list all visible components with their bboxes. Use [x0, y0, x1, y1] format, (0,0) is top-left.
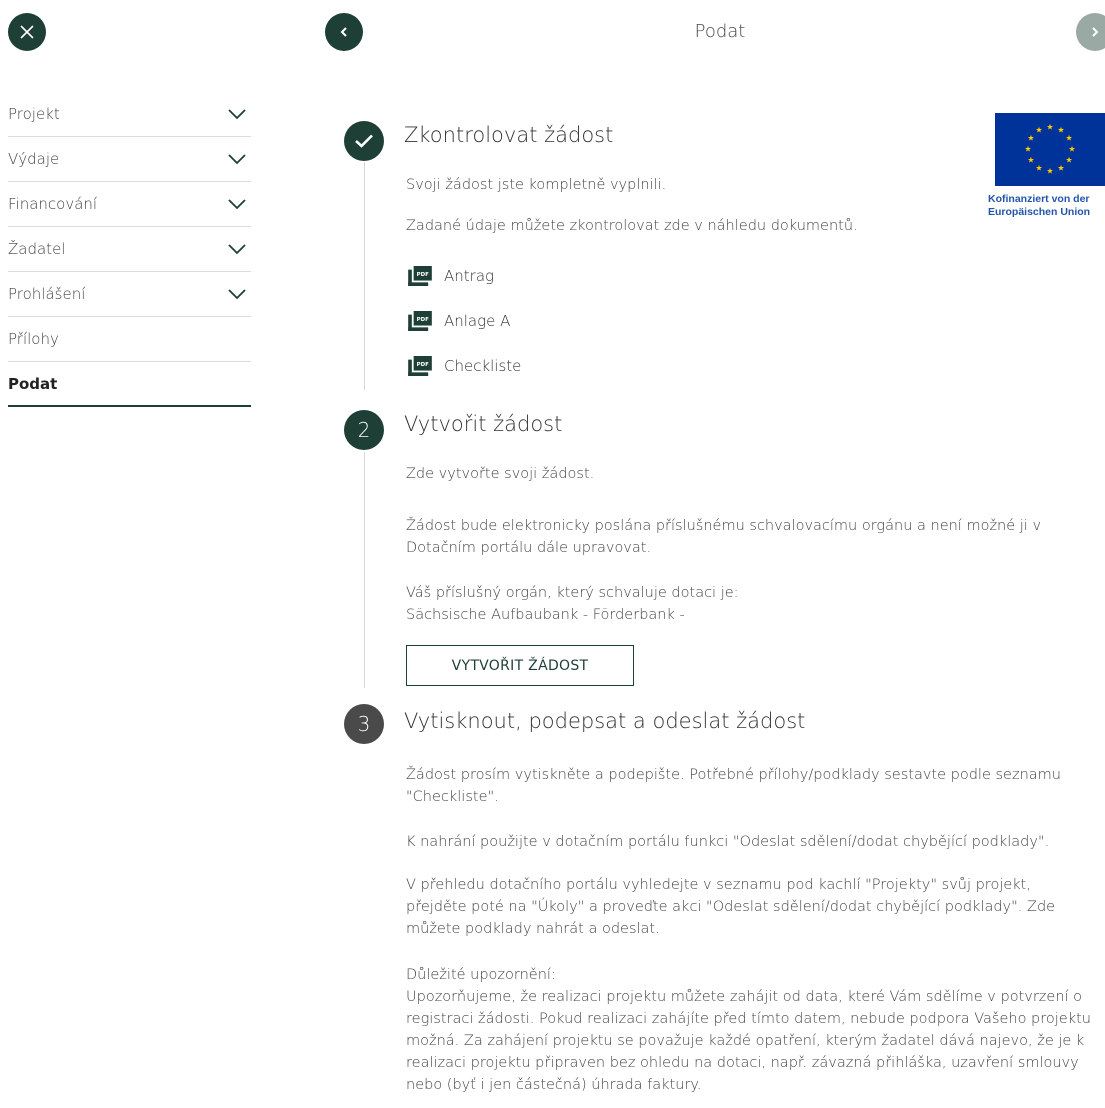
step-3-title: Vytisknout, podepsat a odeslat žádost [404, 709, 806, 733]
chevron-down-icon [228, 109, 246, 120]
chevron-right-icon [1092, 27, 1099, 37]
eu-star [1024, 145, 1032, 152]
eu-star [1057, 164, 1065, 171]
chevron-down-icon [228, 154, 246, 165]
eu-star [1046, 167, 1054, 174]
close-button[interactable] [8, 13, 46, 51]
sidebar-item-label: Financování [8, 195, 98, 213]
eu-star [1046, 123, 1054, 130]
sidebar-item-zadatel[interactable]: Žadatel [8, 227, 251, 272]
step-1-text: Zadané údaje můžete zkontrolovat zde v n… [406, 218, 858, 234]
svg-text:PDF: PDF [417, 317, 429, 323]
step-2-badge: 2 [344, 410, 384, 450]
step-1-text: Svoji žádost jste kompletně vyplnili. [406, 177, 667, 193]
sidebar-item-label: Žadatel [8, 240, 66, 258]
sidebar-item-label: Přílohy [8, 330, 59, 348]
document-label: Antrag [444, 267, 495, 285]
eu-star [1027, 156, 1034, 163]
svg-text:PDF: PDF [417, 272, 429, 278]
eu-flag-logo [995, 113, 1105, 186]
step-1-title: Zkontrolovat žádost [404, 123, 614, 147]
sidebar-item-projekt[interactable]: Projekt [8, 92, 251, 137]
step-3-badge: 3 [344, 704, 384, 744]
svg-text:PDF: PDF [417, 362, 429, 368]
create-application-button[interactable]: VYTVOŘIT ŽÁDOST [406, 645, 634, 686]
eu-cofunding-caption: Kofinanziert von der Europäischen Union [988, 193, 1090, 219]
step-2-authority-name: Sächsische Aufbaubank - Förderbank - [406, 607, 685, 623]
eu-star [1035, 126, 1043, 133]
chevron-left-icon [340, 27, 347, 37]
sidebar-item-label: Projekt [8, 105, 60, 123]
sidebar-item-prohlaseni[interactable]: Prohlášení [8, 272, 251, 317]
eu-caption-line: Europäischen Union [988, 206, 1091, 218]
sidebar-item-label: Podat [8, 374, 58, 393]
sidebar-item-financovani[interactable]: Financování [8, 182, 251, 227]
sidebar-item-label: Prohlášení [8, 285, 86, 303]
chevron-down-icon [228, 199, 246, 210]
step-3-text: V přehledu dotačního portálu vyhledejte … [406, 877, 1056, 937]
step-1-complete-badge [344, 121, 384, 161]
eu-star [1027, 134, 1034, 141]
previous-button[interactable] [325, 13, 363, 51]
chevron-down-icon [228, 289, 246, 300]
eu-star [1066, 156, 1073, 163]
pdf-icon: PDF [408, 356, 432, 376]
eu-star [1068, 145, 1076, 152]
page-title: Podat [694, 21, 746, 42]
step-2-title: Vytvořit žádost [404, 412, 563, 436]
step-3-text: K nahrání použijte v dotačním portálu fu… [406, 834, 1050, 850]
eu-star [1057, 126, 1065, 133]
document-label: Anlage A [444, 312, 511, 330]
eu-caption-line: Kofinanziert von der [988, 193, 1090, 205]
notice-text: Upozorňujeme, že realizaci projektu může… [406, 989, 1091, 1093]
document-label: Checkliste [444, 357, 522, 375]
sidebar-item-podat[interactable]: Podat [8, 362, 251, 407]
sidebar-nav: Projekt Výdaje Financování Žadatel Prohl… [8, 92, 251, 407]
sidebar-item-label: Výdaje [8, 150, 60, 168]
step-2-authority-label: Váš příslušný orgán, který schvaluje dot… [406, 585, 739, 601]
eu-stars-icon [1024, 123, 1076, 174]
step-2-text: Žádost bude elektronicky poslána přísluš… [406, 518, 1042, 556]
step-2-text: Zde vytvořte svoji žádost. [406, 466, 595, 482]
step-connector [364, 452, 365, 688]
step-connector [364, 162, 365, 390]
next-button[interactable] [1076, 13, 1105, 51]
close-icon [20, 25, 34, 39]
document-link-checkliste[interactable]: PDF Checkliste [408, 356, 521, 376]
eu-star [1035, 164, 1043, 171]
chevron-down-icon [228, 244, 246, 255]
eu-star [1066, 134, 1073, 141]
checkmark-icon [355, 134, 373, 148]
notice-title: Důležité upozornění: [406, 967, 556, 983]
pdf-icon: PDF [408, 266, 432, 286]
document-link-antrag[interactable]: PDF Antrag [408, 266, 494, 286]
sidebar-item-vydaje[interactable]: Výdaje [8, 137, 251, 182]
sidebar-item-prilohy[interactable]: Přílohy [8, 317, 251, 362]
document-link-anlage-a[interactable]: PDF Anlage A [408, 311, 510, 331]
step-3-text: Žádost prosím vytiskněte a podepište. Po… [406, 767, 1061, 805]
pdf-icon: PDF [408, 311, 432, 331]
